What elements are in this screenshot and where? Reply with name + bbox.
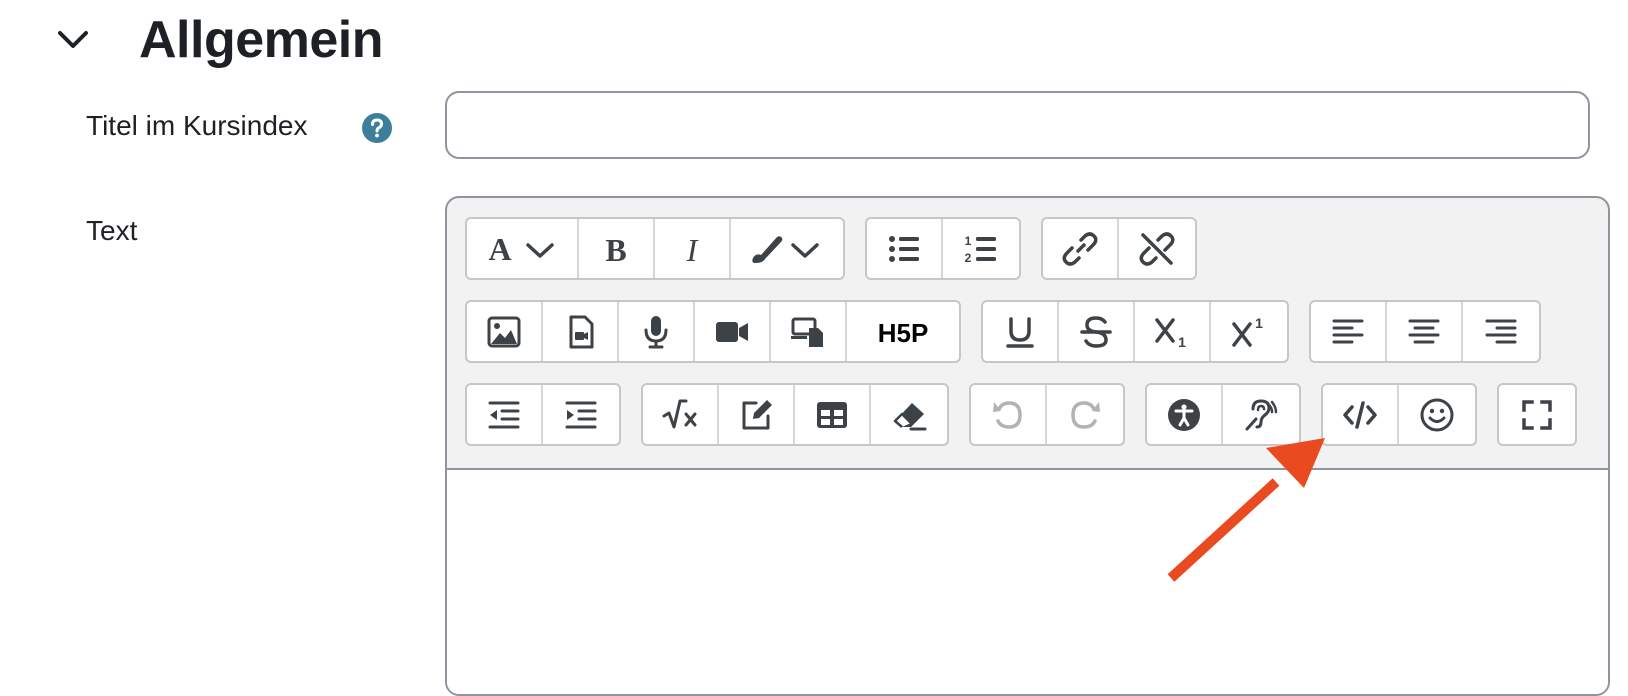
toolbar-group: ABI — [465, 217, 845, 280]
unlink-icon — [1139, 231, 1175, 266]
title-input[interactable] — [445, 91, 1590, 159]
toolbar-group — [1321, 383, 1477, 446]
bold-button[interactable]: B — [579, 219, 655, 278]
align-right-icon — [1485, 319, 1517, 343]
bold-icon: B — [605, 232, 626, 267]
numbered-list-icon: 12 — [965, 234, 996, 265]
unlink-button[interactable] — [1119, 219, 1195, 278]
align-left-button[interactable] — [1311, 302, 1387, 361]
link-button[interactable] — [1043, 219, 1119, 278]
font-style-button[interactable]: A — [467, 219, 579, 278]
redo-button[interactable] — [1047, 385, 1123, 444]
redo-icon — [1071, 400, 1100, 429]
strikethrough-icon — [1080, 315, 1112, 348]
responsive-media-icon — [791, 317, 823, 347]
edit-button[interactable] — [719, 385, 795, 444]
toolbar-group — [1497, 383, 1577, 446]
edit-icon — [742, 399, 772, 429]
toolbar-group: 11 — [981, 300, 1289, 363]
strikethrough-button[interactable] — [1059, 302, 1135, 361]
svg-text:1: 1 — [965, 234, 972, 248]
underline-icon — [1006, 316, 1034, 348]
screen-reader-icon — [1245, 398, 1278, 430]
toolbar-group: H5P — [465, 300, 961, 363]
indent-button[interactable] — [543, 385, 619, 444]
align-center-icon — [1408, 319, 1440, 343]
table-button[interactable] — [795, 385, 871, 444]
svg-text:I: I — [686, 232, 699, 267]
align-left-icon — [1332, 319, 1364, 343]
screen-reader-button[interactable] — [1223, 385, 1299, 444]
italic-icon: I — [686, 232, 699, 267]
question-circle-icon[interactable] — [362, 113, 392, 143]
superscript-icon: 1 — [1232, 315, 1263, 347]
text-color-icon — [752, 235, 819, 263]
section-title: Allgemein — [139, 11, 384, 69]
eraser-icon — [893, 402, 927, 430]
svg-text:1: 1 — [1255, 315, 1263, 331]
emoji-button[interactable] — [1399, 385, 1475, 444]
align-center-button[interactable] — [1387, 302, 1463, 361]
italic-button[interactable]: I — [655, 219, 731, 278]
text-label: Text — [86, 215, 138, 246]
fullscreen-icon — [1522, 399, 1552, 430]
code-button[interactable] — [1323, 385, 1399, 444]
toolbar-group: 12 — [865, 217, 1021, 280]
editor-content-area[interactable] — [447, 468, 1608, 694]
svg-text:B: B — [605, 232, 626, 267]
table-icon — [817, 401, 847, 428]
svg-text:1: 1 — [1178, 334, 1186, 350]
indent-icon — [565, 401, 597, 428]
accessibility-checker-button[interactable] — [1147, 385, 1223, 444]
underline-button[interactable] — [983, 302, 1059, 361]
outdent-icon — [488, 401, 520, 428]
bullet-list-icon — [889, 235, 919, 262]
title-label: Titel im Kursindex — [86, 110, 308, 141]
video-record-icon — [716, 321, 748, 342]
emoji-icon — [1420, 398, 1454, 431]
h5p-button[interactable]: H5P — [847, 302, 959, 361]
link-icon — [1062, 231, 1098, 266]
media-file-icon — [569, 315, 594, 348]
align-right-button[interactable] — [1463, 302, 1539, 361]
numbered-list-button[interactable]: 12 — [943, 219, 1019, 278]
superscript-button[interactable]: 1 — [1211, 302, 1287, 361]
responsive-media-button[interactable] — [771, 302, 847, 361]
toolbar-group — [641, 383, 949, 446]
svg-text:2: 2 — [965, 251, 972, 265]
toolbar-group — [969, 383, 1125, 446]
svg-text:A: A — [488, 231, 511, 267]
undo-button[interactable] — [971, 385, 1047, 444]
equation-button[interactable] — [643, 385, 719, 444]
eraser-button[interactable] — [871, 385, 947, 444]
outdent-button[interactable] — [467, 385, 543, 444]
image-icon — [487, 316, 521, 347]
toolbar-group — [1041, 217, 1197, 280]
equation-icon — [662, 399, 697, 428]
font-style-icon: A — [488, 231, 554, 267]
subscript-icon: 1 — [1155, 317, 1186, 350]
text-editor: A B I 1 2 H5P 1 1 — [445, 196, 1610, 696]
fullscreen-button[interactable] — [1499, 385, 1575, 444]
video-record-button[interactable] — [695, 302, 771, 361]
media-file-button[interactable] — [543, 302, 619, 361]
audio-record-icon — [644, 315, 668, 348]
code-icon — [1343, 400, 1377, 429]
bullet-list-button[interactable] — [867, 219, 943, 278]
toolbar-group — [1309, 300, 1541, 363]
accessibility-checker-icon — [1168, 398, 1200, 431]
chevron-down-icon[interactable] — [56, 24, 90, 54]
toolbar-group — [1145, 383, 1301, 446]
svg-text:H5P: H5P — [878, 318, 929, 348]
text-color-button[interactable] — [731, 219, 843, 278]
undo-icon — [993, 400, 1022, 429]
subscript-button[interactable]: 1 — [1135, 302, 1211, 361]
toolbar-group — [465, 383, 621, 446]
image-button[interactable] — [467, 302, 543, 361]
audio-record-button[interactable] — [619, 302, 695, 361]
h5p-icon: H5P — [878, 318, 929, 348]
